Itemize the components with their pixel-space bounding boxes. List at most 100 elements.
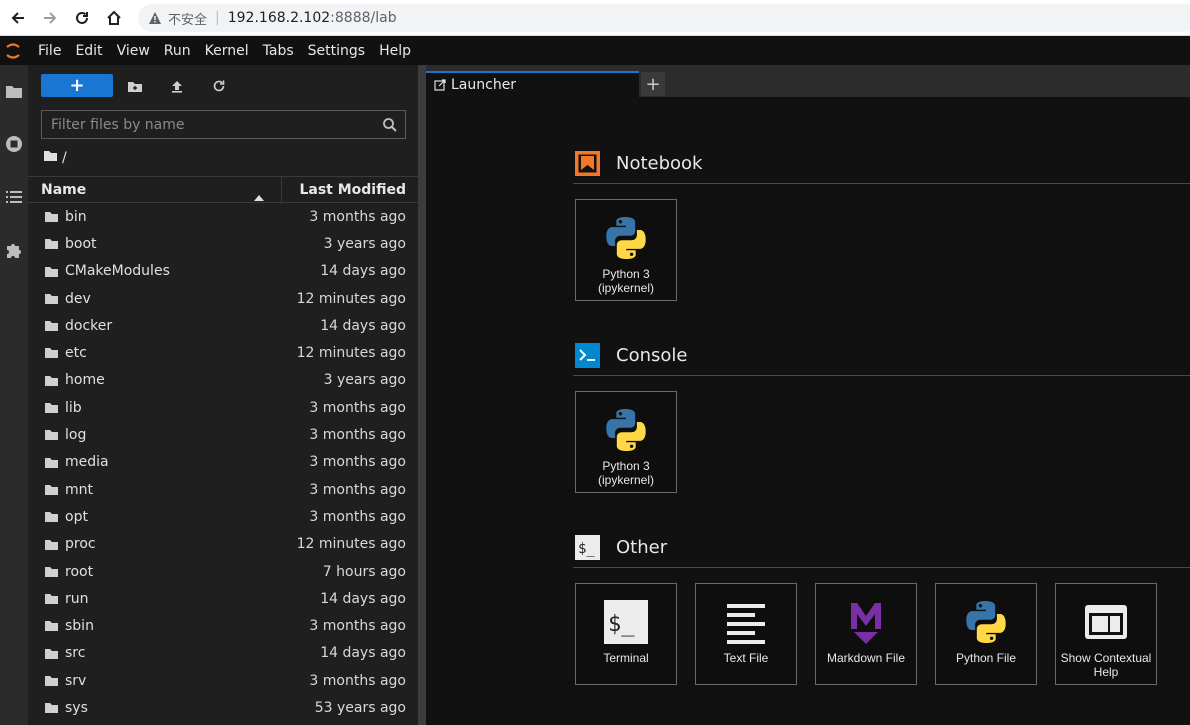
section-header-notebook: Notebook (573, 144, 1190, 184)
reload-icon[interactable] (70, 6, 94, 30)
tab-launcher-label: Launcher (451, 77, 517, 93)
menu-tabs[interactable]: Tabs (256, 37, 301, 65)
card-python-file[interactable]: Python File (935, 583, 1037, 685)
menu-kernel[interactable]: Kernel (198, 37, 256, 65)
file-name: srv (65, 672, 87, 689)
card-markdown-file[interactable]: Markdown File (815, 583, 917, 685)
file-browser-toolbar: + (28, 65, 418, 107)
file-modified: 12 minutes ago (296, 290, 406, 307)
folder-icon (45, 621, 58, 632)
card-label-line1: Markdown File (826, 651, 906, 665)
column-header-last-modified[interactable]: Last Modified (299, 182, 406, 198)
new-launcher-button[interactable]: + (41, 74, 113, 97)
table-of-contents-icon[interactable] (2, 185, 26, 209)
card-terminal[interactable]: $_ Terminal (575, 583, 677, 685)
file-modified: 14 days ago (320, 263, 406, 280)
python-logo-icon (600, 212, 652, 264)
column-header-name[interactable]: Name (41, 182, 86, 198)
running-sessions-icon[interactable] (2, 132, 26, 156)
breadcrumb-root[interactable]: / (62, 150, 67, 166)
folder-icon (45, 484, 58, 495)
file-row[interactable]: lib 3 months ago (28, 394, 418, 421)
file-row[interactable]: mnt 3 months ago (28, 476, 418, 503)
file-row[interactable]: sbin 3 months ago (28, 612, 418, 639)
file-modified: 14 days ago (320, 590, 406, 607)
menu-help[interactable]: Help (372, 37, 418, 65)
file-name: CMakeModules (65, 263, 170, 280)
svg-text:$_: $_ (578, 541, 595, 557)
file-name: docker (65, 317, 113, 334)
file-name: opt (65, 508, 88, 525)
back-arrow-icon[interactable] (6, 6, 30, 30)
new-folder-icon[interactable] (126, 77, 144, 95)
menu-settings[interactable]: Settings (301, 37, 372, 65)
file-row[interactable]: docker 14 days ago (28, 312, 418, 339)
tab-launcher[interactable]: Launcher (426, 71, 639, 97)
file-row[interactable]: bin 3 months ago (28, 203, 418, 230)
card-label: Python 3 (ipykernel) (578, 267, 674, 295)
file-row[interactable]: root 7 hours ago (28, 558, 418, 585)
menu-view[interactable]: View (110, 37, 157, 65)
card-label: Text File (698, 651, 794, 665)
warning-icon (148, 11, 162, 25)
folder-icon (45, 348, 58, 359)
file-row[interactable]: CMakeModules 14 days ago (28, 258, 418, 285)
filter-files-input[interactable] (42, 116, 372, 133)
forward-arrow-icon[interactable] (38, 6, 62, 30)
file-modified: 53 years ago (314, 699, 406, 716)
file-row[interactable]: home 3 years ago (28, 367, 418, 394)
file-row[interactable]: etc 12 minutes ago (28, 339, 418, 366)
file-modified: 7 hours ago (322, 563, 406, 580)
python-logo-icon (600, 404, 652, 456)
column-divider[interactable] (281, 177, 282, 204)
card-console-python3[interactable]: Python 3 (ipykernel) (575, 391, 677, 493)
file-name: run (65, 590, 89, 607)
add-tab-button[interactable]: + (641, 72, 665, 96)
card-label: Python File (938, 651, 1034, 665)
card-notebook-python3[interactable]: Python 3 (ipykernel) (575, 199, 677, 301)
folder-icon (45, 648, 58, 659)
browser-toolbar: 不安全 | 192.168.2.102:8888/lab (0, 0, 1190, 36)
extensions-puzzle-icon[interactable] (2, 238, 26, 262)
file-list: bin 3 months ago boot 3 years ago CMakeModul… (28, 203, 418, 722)
menu-run[interactable]: Run (157, 37, 198, 65)
file-name: log (65, 427, 87, 444)
contextual-help-icon (1080, 596, 1132, 648)
insecure-label: 不安全 (168, 12, 208, 28)
file-row[interactable]: boot 3 years ago (28, 230, 418, 257)
file-row[interactable]: run 14 days ago (28, 585, 418, 612)
file-modified: 14 days ago (320, 645, 406, 662)
file-row[interactable]: media 3 months ago (28, 449, 418, 476)
address-bar[interactable]: 不安全 | 192.168.2.102:8888/lab (138, 4, 1190, 32)
text-file-icon (720, 596, 772, 648)
menu-file[interactable]: File (31, 37, 68, 65)
file-modified: 14 days ago (320, 317, 406, 334)
file-row[interactable]: src 14 days ago (28, 640, 418, 667)
home-icon[interactable] (102, 6, 126, 30)
folder-icon (45, 594, 58, 605)
filter-files-field[interactable] (41, 110, 406, 139)
file-row[interactable]: opt 3 months ago (28, 503, 418, 530)
file-modified: 3 months ago (309, 208, 406, 225)
breadcrumb-folder-icon[interactable] (43, 150, 58, 166)
panel-splitter[interactable] (418, 65, 426, 725)
file-row[interactable]: sys 53 years ago (28, 694, 418, 721)
folder-icon[interactable] (2, 79, 26, 103)
menu-edit[interactable]: Edit (68, 37, 109, 65)
launcher-section-console: Console Python 3 (ipykernel) (573, 336, 1190, 493)
file-row[interactable]: log 3 months ago (28, 421, 418, 448)
upload-icon[interactable] (168, 77, 186, 95)
card-label: Python 3 (ipykernel) (578, 459, 674, 487)
card-text-file[interactable]: Text File (695, 583, 797, 685)
file-name: sbin (65, 618, 94, 635)
url-text[interactable]: 192.168.2.102:8888/lab (228, 10, 397, 26)
file-name: src (65, 645, 86, 662)
card-label-line1: Python 3 (602, 267, 650, 281)
file-row[interactable]: proc 12 minutes ago (28, 531, 418, 558)
card-label: Markdown File (818, 651, 914, 665)
file-row[interactable]: dev 12 minutes ago (28, 285, 418, 312)
card-contextual-help[interactable]: Show Contextual Help (1055, 583, 1157, 685)
file-row[interactable]: srv 3 months ago (28, 667, 418, 694)
folder-icon (45, 676, 58, 687)
refresh-icon[interactable] (210, 77, 228, 95)
